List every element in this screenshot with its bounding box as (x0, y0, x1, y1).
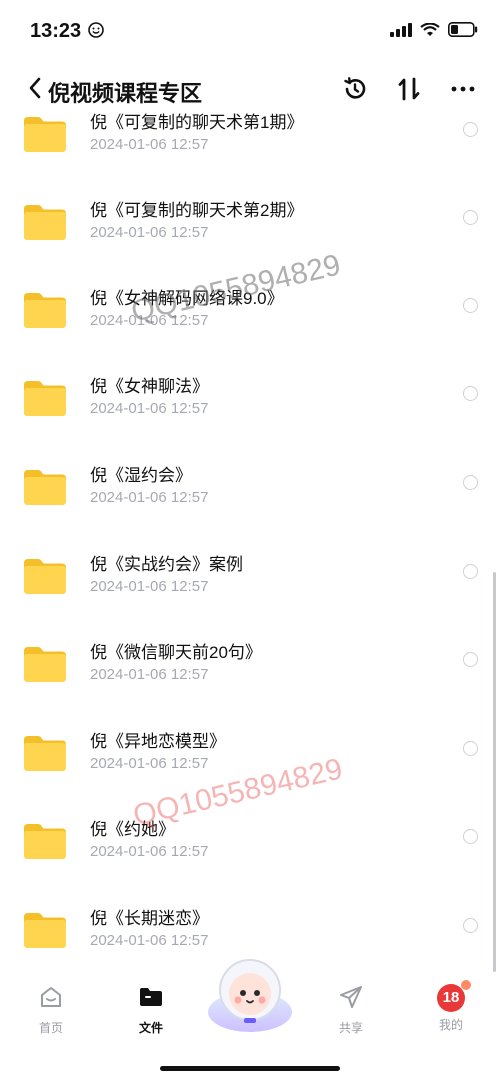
file-date: 2024-01-06 12:57 (90, 755, 209, 772)
file-name: 倪《女神聊法》 (90, 377, 209, 396)
file-name: 倪《可复制的聊天术第1期》 (90, 113, 304, 132)
wifi-icon (420, 22, 440, 36)
file-row[interactable]: 倪《实战约会》案例 2024-01-06 12:57 (0, 536, 500, 624)
file-date: 2024-01-06 12:57 (90, 489, 209, 506)
select-radio[interactable] (463, 652, 478, 667)
file-date: 2024-01-06 12:57 (90, 666, 209, 683)
file-name: 倪《实战约会》案例 (90, 555, 243, 574)
avatar: 18 (437, 980, 471, 1012)
file-row[interactable]: 倪《约她》 2024-01-06 12:57 (0, 801, 500, 889)
select-radio[interactable] (463, 564, 478, 579)
folder-icon (24, 913, 66, 948)
mascot-button[interactable] (204, 950, 296, 1042)
file-row[interactable]: 倪《微信聊天前20句》 2024-01-06 12:57 (0, 624, 500, 712)
folder-icon (24, 381, 66, 416)
tab-mine-label: 我的 (438, 1018, 463, 1032)
status-icons (390, 22, 478, 37)
scrollbar[interactable] (493, 572, 496, 972)
tab-home-label: 首页 (38, 1021, 63, 1035)
file-date: 2024-01-06 12:57 (90, 578, 209, 595)
folder-icon (24, 293, 66, 328)
avatar-text: 18 (442, 989, 460, 1006)
file-row[interactable]: 倪《可复制的聊天术第2期》 2024-01-06 12:57 (0, 182, 500, 270)
folder-icon (24, 824, 66, 859)
tab-mine[interactable]: 18 我的 (421, 980, 481, 1033)
tab-files-label: 文件 (138, 1021, 163, 1035)
file-row[interactable]: 倪《女神聊法》 2024-01-06 12:57 (0, 358, 500, 446)
select-radio[interactable] (463, 918, 478, 933)
file-name: 倪《长期迷恋》 (90, 909, 209, 928)
file-date: 2024-01-06 12:57 (90, 932, 209, 949)
folder-icon (24, 559, 66, 594)
file-date: 2024-01-06 12:57 (90, 224, 209, 241)
file-date: 2024-01-06 12:57 (90, 136, 209, 153)
smiley-icon (88, 22, 104, 38)
home-icon (41, 987, 61, 1007)
folder-icon (24, 470, 66, 505)
select-radio[interactable] (463, 741, 478, 756)
home-indicator (160, 1066, 340, 1071)
tab-home[interactable]: 首页 (21, 984, 81, 1036)
folder-icon (24, 647, 66, 682)
folder-icon (24, 205, 66, 240)
battery-icon (448, 22, 478, 37)
select-radio[interactable] (463, 298, 478, 313)
file-name: 倪《异地恋模型》 (90, 732, 226, 751)
tab-share-label: 共享 (338, 1021, 363, 1035)
status-time: 13:23 (30, 20, 82, 42)
select-radio[interactable] (463, 475, 478, 490)
notification-dot (461, 980, 471, 990)
file-date: 2024-01-06 12:57 (90, 843, 209, 860)
folder-icon (24, 736, 66, 771)
select-radio[interactable] (463, 122, 478, 137)
select-radio[interactable] (463, 829, 478, 844)
select-radio[interactable] (463, 386, 478, 401)
file-row[interactable]: 倪《可复制的聊天术第1期》 2024-01-06 12:57 (0, 94, 500, 182)
file-row[interactable]: 倪《湿约会》 2024-01-06 12:57 (0, 447, 500, 535)
file-date: 2024-01-06 12:57 (90, 400, 209, 417)
select-radio[interactable] (463, 210, 478, 225)
file-name: 倪《可复制的聊天术第2期》 (90, 201, 304, 220)
tab-share[interactable]: 共享 (321, 984, 381, 1036)
folder-icon (24, 117, 66, 152)
signal-icon (390, 22, 412, 37)
status-bar: 13:23 (0, 0, 500, 60)
file-name: 倪《微信聊天前20句》 (90, 643, 262, 662)
file-name: 倪《湿约会》 (90, 466, 192, 485)
paper-plane-icon (340, 986, 362, 1008)
tab-files[interactable]: 文件 (121, 984, 181, 1036)
folder-tab-icon (140, 988, 162, 1006)
mascot-icon (208, 959, 292, 1032)
